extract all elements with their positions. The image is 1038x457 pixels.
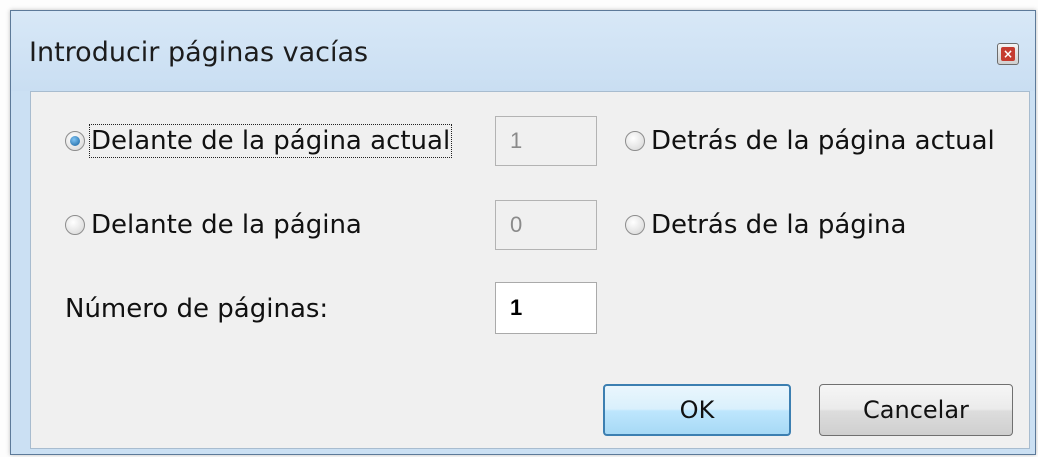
page-count-input[interactable]: 1 [495,282,597,334]
radio-before-current-page[interactable]: Delante de la página actual [65,124,453,158]
radio-before-page[interactable]: Delante de la página [65,210,362,240]
radio-button-icon[interactable] [625,131,645,151]
cancel-button[interactable]: Cancelar [819,384,1013,436]
radio-button-icon[interactable] [65,215,85,235]
radio-label-after-current: Detrás de la página actual [651,126,995,156]
radio-after-current-page[interactable]: Detrás de la página actual [625,126,995,156]
close-icon: × [1001,47,1015,61]
page-number-field[interactable]: 0 [495,200,597,250]
dialog-body: Delante de la página actual 1 Detrás de … [30,91,1030,449]
radio-button-icon[interactable] [65,131,85,151]
title-bar[interactable]: Introducir páginas vacías × [11,11,1035,91]
dialog-title: Introducir páginas vacías [29,37,369,68]
page-count-label: Número de páginas: [65,294,329,324]
ok-button[interactable]: OK [603,384,791,436]
radio-button-icon[interactable] [625,215,645,235]
radio-label-before-page: Delante de la página [91,210,362,240]
radio-label-after-page: Detrás de la página [651,210,907,240]
current-page-field: 1 [495,116,597,166]
dialog-window: Introducir páginas vacías × Delante de l… [10,10,1036,455]
close-button[interactable]: × [997,43,1019,65]
radio-after-page[interactable]: Detrás de la página [625,210,906,240]
radio-label-before-current: Delante de la página actual [88,124,453,158]
